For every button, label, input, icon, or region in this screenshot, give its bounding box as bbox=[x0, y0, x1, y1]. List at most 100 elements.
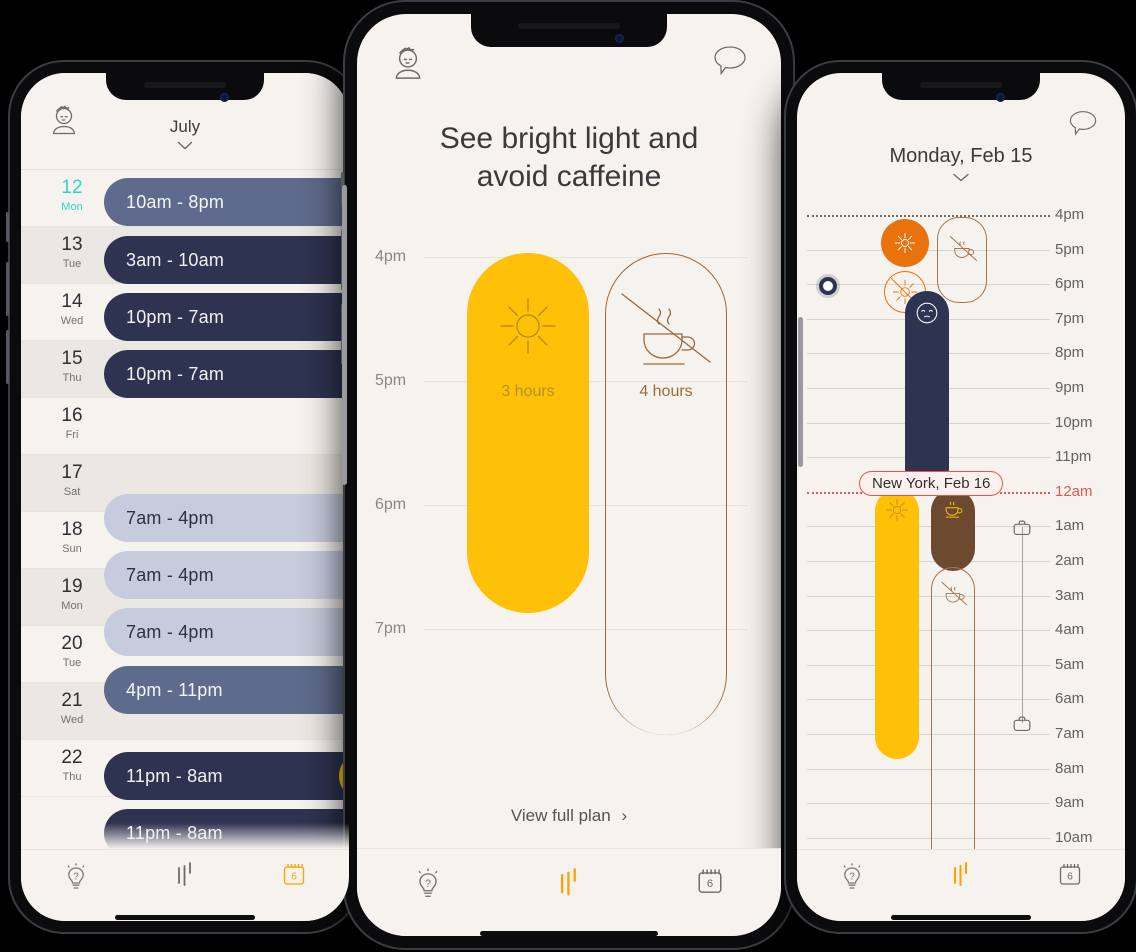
speech-bubble-icon[interactable] bbox=[711, 44, 749, 78]
sleep-bar[interactable]: 3am - 10am bbox=[104, 236, 349, 284]
tab-calendar[interactable]: 6 bbox=[640, 865, 781, 899]
phone-center: See bright light and avoid caffeine 4pm … bbox=[341, 2, 797, 948]
hour-label: 9am bbox=[1055, 794, 1085, 812]
sun-icon bbox=[497, 295, 559, 357]
hour-label: 5am bbox=[1055, 655, 1085, 673]
day-number: 13 bbox=[61, 234, 83, 255]
home-indicator-center[interactable] bbox=[480, 931, 658, 936]
view-full-plan-link[interactable]: View full plan › bbox=[357, 806, 781, 826]
mute-switch[interactable] bbox=[6, 212, 9, 242]
date-label[interactable]: Monday, Feb 15 bbox=[797, 145, 1125, 168]
tab-plan[interactable] bbox=[130, 860, 239, 890]
sleep-bar-label: 7am - 4pm bbox=[126, 621, 214, 642]
event-sleep[interactable] bbox=[905, 291, 949, 491]
hour-label: 1am bbox=[1055, 517, 1085, 535]
tab-plan[interactable] bbox=[498, 865, 639, 901]
hour-label: 2am bbox=[1055, 552, 1085, 569]
month-label[interactable]: July bbox=[21, 117, 349, 137]
tab-calendar[interactable]: 6 bbox=[1016, 860, 1125, 890]
block-avoid-caffeine[interactable] bbox=[605, 252, 727, 735]
title-line-2: avoid caffeine bbox=[476, 160, 662, 194]
hour-gridline bbox=[807, 803, 1050, 805]
sleep-bar-label: 10am - 8pm bbox=[126, 191, 225, 212]
tab-insights[interactable]: ? bbox=[357, 865, 498, 903]
plan-chart: 4pm 5pm 6pm 7pm 3 hours 4 hours bbox=[357, 233, 781, 735]
axis-label-6pm: 6pm bbox=[375, 495, 407, 513]
tabbar-left: ? 6 bbox=[21, 849, 349, 921]
day-number: 20 bbox=[61, 633, 83, 654]
day-row[interactable]: 16 Fri bbox=[21, 398, 349, 455]
day-weekday: Tue bbox=[62, 258, 82, 270]
sleep-bar[interactable]: 7am - 4pm bbox=[104, 494, 349, 542]
chevron-down-icon[interactable] bbox=[177, 141, 193, 150]
day-weekday: Wed bbox=[60, 714, 84, 726]
city-day-divider-tag[interactable]: New York, Feb 16 bbox=[859, 471, 1004, 496]
day-list[interactable]: 12 Mon 13 Tue 14 Wed 15 Thu 16 Fri 17 Sat 18 Sun 19 Mon… bbox=[21, 169, 349, 855]
page-title: See bright light and avoid caffeine bbox=[403, 120, 735, 197]
event-avoid-caffeine-am[interactable] bbox=[931, 567, 975, 867]
tab-insights[interactable]: ? bbox=[21, 860, 130, 894]
day-weekday: Sat bbox=[63, 486, 81, 498]
sleep-bar[interactable]: 7am - 4pm bbox=[104, 551, 349, 599]
hour-label: 7pm bbox=[1055, 309, 1085, 327]
tab-plan[interactable] bbox=[906, 860, 1015, 890]
hour-label: 12am bbox=[1055, 482, 1093, 500]
list-fade-overlay bbox=[21, 823, 349, 849]
home-indicator-left[interactable] bbox=[115, 915, 255, 920]
sleep-bar[interactable]: 10am - 8pm bbox=[104, 178, 349, 226]
hour-label: 4am bbox=[1055, 621, 1085, 639]
screenshot-stage: July 12 Mon 13 Tue 14 Wed 15 Thu 16 Fri 17 Sat 18 Sun… bbox=[0, 0, 1136, 952]
hour-label: 11pm bbox=[1055, 448, 1092, 466]
event-avoid-caffeine-pm[interactable] bbox=[937, 217, 987, 303]
scrollbar-right[interactable] bbox=[798, 317, 803, 467]
chevron-down-icon[interactable] bbox=[953, 173, 969, 182]
hour-gridline bbox=[807, 595, 1050, 597]
sleep-bar[interactable]: 10pm - 7am bbox=[104, 293, 349, 341]
axis-label-7pm: 7pm bbox=[375, 619, 407, 637]
briefcase-icon-end[interactable] bbox=[1011, 713, 1033, 735]
tab-calendar[interactable]: 6 bbox=[240, 860, 349, 890]
day-weekday: Thu bbox=[62, 771, 82, 783]
hour-label: 6am bbox=[1055, 690, 1085, 708]
hour-gridline bbox=[807, 284, 1050, 286]
volume-up-button[interactable] bbox=[6, 262, 9, 316]
event-bright-light-evening[interactable] bbox=[881, 219, 929, 267]
current-time-dot bbox=[819, 277, 837, 295]
block-bright-light[interactable] bbox=[467, 252, 589, 613]
event-caffeine-ok[interactable] bbox=[931, 489, 975, 571]
bright-light-duration: 3 hours bbox=[501, 382, 555, 400]
day-weekday: Fri bbox=[65, 429, 79, 441]
day-number: 18 bbox=[61, 519, 83, 540]
briefcase-icon-start[interactable] bbox=[1011, 517, 1033, 539]
sleep-bar-label: 7am - 4pm bbox=[126, 507, 214, 528]
hour-gridline bbox=[807, 837, 1050, 839]
day-number: 16 bbox=[61, 405, 83, 426]
sleep-bar-label: 11pm - 8am bbox=[126, 765, 223, 786]
svg-text:?: ? bbox=[425, 878, 431, 890]
volume-down-button[interactable] bbox=[6, 330, 9, 384]
sleep-bar-label: 4pm - 11pm bbox=[126, 679, 223, 700]
day-weekday: Mon bbox=[61, 600, 83, 612]
gridline-4pm bbox=[423, 256, 747, 258]
sleep-bar[interactable]: 11pm - 8am bbox=[104, 752, 349, 800]
sleep-bar[interactable]: 10pm - 7am bbox=[104, 350, 349, 398]
home-indicator-right[interactable] bbox=[891, 915, 1031, 920]
phone-left: July 12 Mon 13 Tue 14 Wed 15 Thu 16 Fri 17 Sat 18 Sun… bbox=[6, 62, 360, 932]
work-period-line bbox=[1022, 527, 1024, 723]
timeline[interactable]: 4pm 5pm 6pm 7pm 8pm 9pm 10pm 11pm 12am 1am 2am 3am 4… bbox=[797, 199, 1125, 867]
title-line-1: See bright light and bbox=[439, 122, 699, 155]
tab-insights[interactable]: ? bbox=[797, 860, 906, 894]
axis-label-4pm: 4pm bbox=[375, 247, 407, 265]
sleep-bar[interactable]: 4pm - 11pm bbox=[104, 666, 349, 714]
user-avatar-icon[interactable] bbox=[389, 44, 427, 82]
day-weekday: Sun bbox=[62, 543, 82, 555]
hour-label: 4pm bbox=[1055, 206, 1085, 223]
tabbar-right: ? 6 bbox=[797, 849, 1125, 921]
sleep-bar[interactable]: 7am - 4pm bbox=[104, 608, 349, 656]
scrollbar-left[interactable] bbox=[342, 185, 347, 485]
hour-label: 8am bbox=[1055, 759, 1085, 777]
speech-bubble-icon[interactable] bbox=[1067, 109, 1099, 138]
hour-gridline bbox=[807, 699, 1050, 701]
event-bright-light-morning[interactable] bbox=[875, 489, 919, 759]
notch-left bbox=[106, 73, 264, 102]
